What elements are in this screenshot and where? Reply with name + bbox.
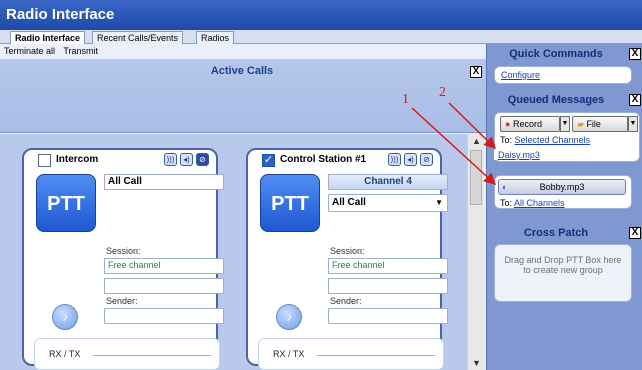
active-calls-title: Active Calls bbox=[210, 65, 274, 77]
sender-label: Sender: bbox=[330, 296, 362, 306]
radio-waves-icon[interactable]: ))) bbox=[388, 153, 401, 166]
active-calls-close-button[interactable]: X bbox=[470, 66, 482, 78]
tab-radios[interactable]: Radios bbox=[196, 31, 235, 44]
call-card-intercom: Intercom ))) ◂) ⊘ PTT All Call Session: … bbox=[22, 148, 224, 370]
control-station-select-checkbox[interactable]: ✓ bbox=[262, 154, 275, 167]
calls-scrollbar[interactable]: ▲ ▼ bbox=[467, 134, 484, 370]
quick-commands-title: Quick Commands bbox=[509, 48, 603, 60]
call-group-value: All Call bbox=[332, 197, 366, 208]
selected-channels-link[interactable]: Selected Channels bbox=[515, 135, 591, 145]
queued-messages-close-button[interactable]: X bbox=[629, 94, 641, 106]
annotation-label-2: 2 bbox=[439, 85, 446, 100]
calls-area: Intercom ))) ◂) ⊘ PTT All Call Session: … bbox=[0, 134, 467, 370]
toolbar: Terminate all Transmit bbox=[0, 45, 484, 59]
mute-icon[interactable]: ⊘ bbox=[420, 153, 433, 166]
session-field: Free channel bbox=[328, 258, 448, 274]
cross-patch-drop-zone[interactable]: Drag and Drop PTT Box here to create new… bbox=[494, 244, 632, 302]
to-prefix: To: bbox=[500, 198, 513, 208]
radio-waves-icon[interactable]: ))) bbox=[164, 153, 177, 166]
file-button[interactable]: ▰ File bbox=[572, 116, 628, 132]
card-name: Intercom bbox=[56, 154, 99, 165]
file-label: File bbox=[586, 119, 601, 129]
scroll-down-icon[interactable]: ▼ bbox=[468, 356, 485, 370]
window-title: Radio Interface bbox=[0, 0, 642, 30]
scroll-thumb[interactable] bbox=[470, 150, 482, 205]
configure-link[interactable]: Configure bbox=[501, 70, 540, 80]
file-dropdown-button[interactable]: ▼ bbox=[628, 116, 638, 132]
all-channels-link[interactable]: All Channels bbox=[514, 198, 565, 208]
bobby-file-label: Bobby.mp3 bbox=[539, 182, 585, 192]
cross-patch-close-button[interactable]: X bbox=[629, 227, 641, 239]
call-group-field[interactable]: All Call bbox=[104, 174, 224, 190]
selected-channels-target: To: Selected Channels bbox=[500, 135, 590, 145]
tab-strip: Radio Interface Recent Calls/Events Radi… bbox=[0, 30, 642, 44]
sender-field bbox=[328, 308, 448, 324]
rx-tx-label: RX / TX bbox=[273, 349, 305, 359]
queued-messages-title: Queued Messages bbox=[507, 94, 605, 106]
session-label: Session: bbox=[106, 246, 141, 256]
rx-tx-indicator: RX / TX bbox=[258, 338, 444, 370]
bobby-file-button[interactable]: ◐ Bobby.mp3 bbox=[498, 179, 626, 195]
quick-commands-box: Configure bbox=[494, 66, 632, 84]
folder-icon: ▰ bbox=[577, 119, 584, 129]
channel-label: Channel 4 bbox=[328, 174, 448, 190]
cross-patch-hint: Drag and Drop PTT Box here to create new… bbox=[504, 255, 622, 275]
card-name: Control Station #1 bbox=[280, 154, 367, 165]
call-card-control-station-1: ✓ Control Station #1 ))) ◂) ⊘ PTT Channe… bbox=[246, 148, 448, 370]
record-dot-icon: ● bbox=[505, 119, 511, 129]
intercom-select-checkbox[interactable] bbox=[38, 154, 51, 167]
record-button[interactable]: ● Record bbox=[500, 116, 560, 132]
terminate-all-button[interactable]: Terminate all bbox=[4, 46, 55, 56]
rx-tx-level-line bbox=[317, 355, 435, 356]
audio-icon: ◐ bbox=[502, 182, 508, 192]
microphone-icon[interactable]: ♪ bbox=[52, 304, 78, 330]
ptt-button[interactable]: PTT bbox=[36, 174, 96, 232]
cross-patch-title: Cross Patch bbox=[523, 227, 589, 239]
speaker-icon[interactable]: ◂) bbox=[180, 153, 193, 166]
rx-tx-indicator: RX / TX bbox=[34, 338, 220, 370]
to-prefix: To: bbox=[500, 135, 513, 145]
microphone-icon[interactable]: ♪ bbox=[276, 304, 302, 330]
ptt-button[interactable]: PTT bbox=[260, 174, 320, 232]
tab-radio-interface[interactable]: Radio Interface bbox=[10, 31, 86, 44]
scroll-up-icon[interactable]: ▲ bbox=[468, 134, 485, 148]
transmit-button[interactable]: Transmit bbox=[63, 46, 98, 56]
chevron-down-icon: ▼ bbox=[435, 198, 443, 207]
daisy-file-link[interactable]: Daisy.mp3 bbox=[494, 150, 544, 160]
session-label: Session: bbox=[330, 246, 365, 256]
speaker-icon[interactable]: ◂) bbox=[404, 153, 417, 166]
call-group-dropdown[interactable]: All Call ▼ bbox=[328, 194, 448, 212]
tab-recent-calls-events[interactable]: Recent Calls/Events bbox=[92, 31, 184, 44]
annotation-label-1: 1 bbox=[402, 92, 409, 107]
sender-label: Sender: bbox=[106, 296, 138, 306]
record-label: Record bbox=[512, 119, 542, 129]
quick-commands-close-button[interactable]: X bbox=[629, 48, 641, 60]
session-field: Free channel bbox=[104, 258, 224, 274]
rx-tx-level-line bbox=[93, 355, 211, 356]
rx-tx-label: RX / TX bbox=[49, 349, 81, 359]
mute-icon[interactable]: ⊘ bbox=[196, 153, 209, 166]
session-extra-field bbox=[104, 278, 224, 294]
sender-field bbox=[104, 308, 224, 324]
all-channels-target: To: All Channels bbox=[500, 198, 565, 208]
session-extra-field bbox=[328, 278, 448, 294]
record-dropdown-button[interactable]: ▼ bbox=[560, 116, 570, 132]
